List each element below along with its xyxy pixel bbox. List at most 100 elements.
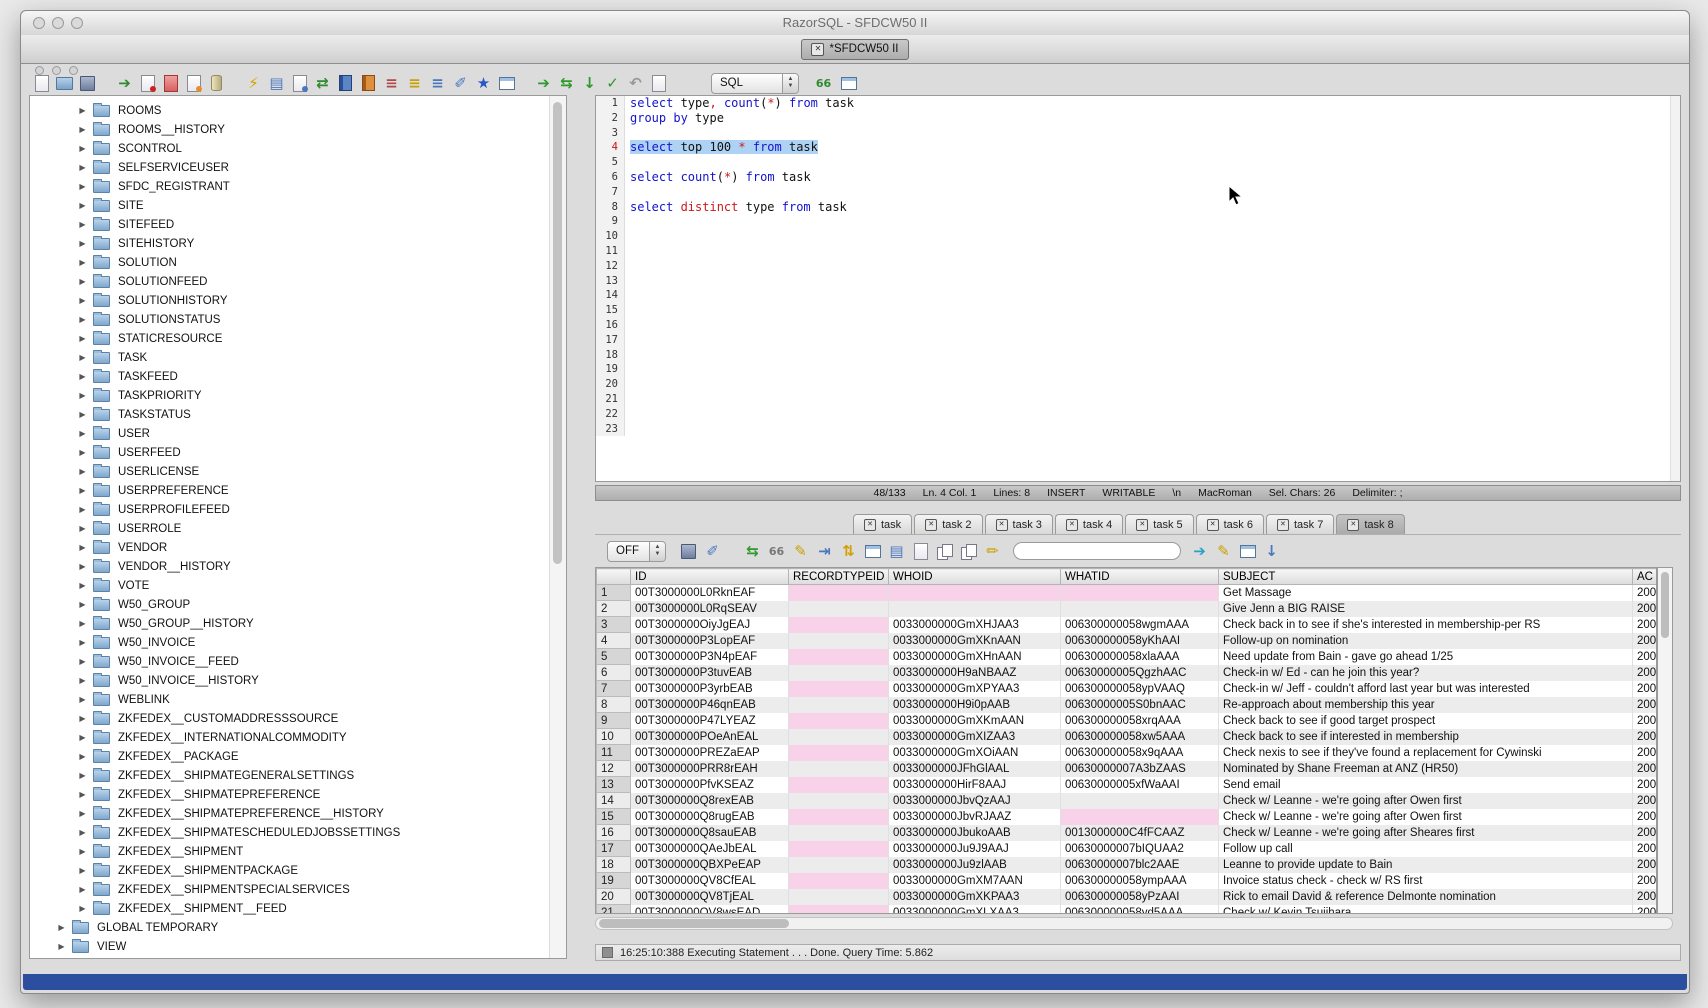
disclosure-triangle-icon[interactable]: ▶ [78, 429, 87, 438]
cell[interactable]: 00T3000000P47LYEAZ [631, 713, 789, 729]
editor-line[interactable]: 21 [596, 392, 1680, 407]
table-row[interactable]: 100T3000000L0RknEAFGet Massage200( [597, 585, 1657, 601]
tree-item-w50-group[interactable]: ▶W50_GROUP [30, 595, 550, 614]
tab-close-icon[interactable]: ✕ [1066, 519, 1078, 531]
cell[interactable]: 200( [1633, 729, 1657, 745]
cell[interactable]: Invoice status check - check w/ RS first [1219, 873, 1633, 889]
execute-down-icon[interactable]: ↓ [579, 73, 600, 94]
tree-item-vendor-history[interactable]: ▶VENDOR__HISTORY [30, 557, 550, 576]
cell[interactable] [789, 761, 889, 777]
table-row[interactable]: 200T3000000L0RqSEAVGive Jenn a BIG RAISE… [597, 601, 1657, 617]
book-icon[interactable] [335, 73, 356, 94]
help-book-icon[interactable] [358, 73, 379, 94]
table-row[interactable]: 2000T3000000QV8TjEAL0033000000GmXKPAA300… [597, 889, 1657, 905]
cell[interactable] [789, 889, 889, 905]
editor-line[interactable]: 12 [596, 259, 1680, 274]
cell[interactable]: 00T3000000OiyJgEAJ [631, 617, 789, 633]
disclosure-triangle-icon[interactable]: ▶ [78, 486, 87, 495]
tree-item-solution[interactable]: ▶SOLUTION [30, 253, 550, 272]
cell[interactable]: 0033000000GmXOiAAN [889, 745, 1061, 761]
cell[interactable]: 200( [1633, 665, 1657, 681]
editor-line[interactable]: 17 [596, 333, 1680, 348]
tree-item-zkfedex-shipmategeneralsettings[interactable]: ▶ZKFEDEX__SHIPMATEGENERALSETTINGS [30, 766, 550, 785]
cell[interactable] [789, 601, 889, 617]
editor-line[interactable]: 11 [596, 244, 1680, 259]
tree-item-userlicense[interactable]: ▶USERLICENSE [30, 462, 550, 481]
tree-item-selfserviceuser[interactable]: ▶SELFSERVICEUSER [30, 158, 550, 177]
disclosure-triangle-icon[interactable]: ▶ [78, 676, 87, 685]
tree-item-zkfedex-shipment[interactable]: ▶ZKFEDEX__SHIPMENT [30, 842, 550, 861]
cell[interactable]: 00T3000000P3yrbEAB [631, 681, 789, 697]
column-header-ac[interactable]: AC [1633, 569, 1657, 585]
cell[interactable] [889, 585, 1061, 601]
table-row[interactable]: 800T3000000P46qnEAB0033000000H9i0pAAB006… [597, 697, 1657, 713]
cell[interactable]: 00T3000000Q8rexEAB [631, 793, 789, 809]
tree-item-task[interactable]: ▶TASK [30, 348, 550, 367]
row-number[interactable]: 6 [597, 665, 631, 681]
cell[interactable] [889, 601, 1061, 617]
cell[interactable]: 00630000005xfWaAAI [1061, 777, 1219, 793]
cell[interactable]: Get Massage [1219, 585, 1633, 601]
export-grid-icon[interactable] [1237, 541, 1258, 562]
cell[interactable]: 0033000000H9aNBAAZ [889, 665, 1061, 681]
results-tab-task-6[interactable]: ✕task 6 [1196, 514, 1264, 534]
cell[interactable]: 200( [1633, 681, 1657, 697]
row-number[interactable]: 9 [597, 713, 631, 729]
cell[interactable]: 200( [1633, 793, 1657, 809]
row-number[interactable]: 7 [597, 681, 631, 697]
disclosure-triangle-icon[interactable]: ▶ [78, 904, 87, 913]
cell[interactable]: Check-in w/ Jeff - couldn't afford last … [1219, 681, 1633, 697]
disclosure-triangle-icon[interactable]: ▶ [78, 258, 87, 267]
tree-item-zkfedex-internationalcommodity[interactable]: ▶ZKFEDEX__INTERNATIONALCOMMODITY [30, 728, 550, 747]
tree-item-global-temporary[interactable]: ▶GLOBAL TEMPORARY [30, 918, 550, 937]
cell[interactable]: 00T3000000QV8TjEAL [631, 889, 789, 905]
tree-item-sfdc-registrant[interactable]: ▶SFDC_REGISTRANT [30, 177, 550, 196]
cell[interactable]: 00630000005S0bnAAC [1061, 697, 1219, 713]
disclosure-triangle-icon[interactable]: ▶ [78, 524, 87, 533]
tab-close-icon[interactable]: ✕ [1207, 519, 1219, 531]
cell[interactable] [789, 585, 889, 601]
tree-item-zkfedex-shipmatepreference[interactable]: ▶ZKFEDEX__SHIPMATEPREFERENCE [30, 785, 550, 804]
cell[interactable] [789, 745, 889, 761]
table-row[interactable]: 900T3000000P47LYEAZ0033000000GmXKmAAN006… [597, 713, 1657, 729]
tree-item-userprofilefeed[interactable]: ▶USERPROFILEFEED [30, 500, 550, 519]
cell[interactable]: 200( [1633, 713, 1657, 729]
tree-scrollbar[interactable] [549, 96, 566, 958]
describe-table-icon[interactable]: 66 [813, 73, 834, 94]
tab-close-icon[interactable]: ✕ [996, 519, 1008, 531]
editor-line[interactable]: 4select top 100 * from task [596, 140, 1680, 155]
tree-item-zkfedex-customaddresssource[interactable]: ▶ZKFEDEX__CUSTOMADDRESSSOURCE [30, 709, 550, 728]
disclosure-triangle-icon[interactable]: ▶ [78, 752, 87, 761]
disclosure-triangle-icon[interactable]: ▶ [78, 372, 87, 381]
tree-item-solutionstatus[interactable]: ▶SOLUTIONSTATUS [30, 310, 550, 329]
row-number[interactable]: 18 [597, 857, 631, 873]
cell[interactable]: 0033000000GmXLXAA3 [889, 905, 1061, 915]
table-row[interactable]: 1600T3000000Q8sauEAB0033000000JbukoAAB00… [597, 825, 1657, 841]
table-row[interactable]: 500T3000000P3N4pEAF0033000000GmXHnAAN006… [597, 649, 1657, 665]
disclosure-triangle-icon[interactable]: ▶ [78, 277, 87, 286]
tree-item-zkfedex-shipmentpackage[interactable]: ▶ZKFEDEX__SHIPMENTPACKAGE [30, 861, 550, 880]
cell[interactable]: 200( [1633, 745, 1657, 761]
tree-item-rooms[interactable]: ▶ROOMS [30, 101, 550, 120]
disconnect-icon[interactable] [160, 73, 181, 94]
disclosure-triangle-icon[interactable]: ▶ [78, 733, 87, 742]
disclosure-triangle-icon[interactable]: ▶ [78, 581, 87, 590]
form-view-icon[interactable] [910, 541, 931, 562]
disclosure-triangle-icon[interactable]: ▶ [78, 714, 87, 723]
table-row[interactable]: 1500T3000000Q8rugEAB0033000000JbvRJAAZCh… [597, 809, 1657, 825]
insert-row-icon[interactable]: ⇥ [814, 541, 835, 562]
cell[interactable] [789, 841, 889, 857]
cell[interactable]: 00T3000000PRR8rEAH [631, 761, 789, 777]
cell[interactable]: Check back to see if good target prospec… [1219, 713, 1633, 729]
cell[interactable]: 0033000000JbvRJAAZ [889, 809, 1061, 825]
cell[interactable]: 0033000000GmXIZAA3 [889, 729, 1061, 745]
cell[interactable]: 00T3000000Q8rugEAB [631, 809, 789, 825]
tree-item-site[interactable]: ▶SITE [30, 196, 550, 215]
tree-item-userfeed[interactable]: ▶USERFEED [30, 443, 550, 462]
tree-item-taskfeed[interactable]: ▶TASKFEED [30, 367, 550, 386]
results-scrollbar-thumb[interactable] [1661, 572, 1669, 638]
disclosure-triangle-icon[interactable]: ▶ [78, 828, 87, 837]
tab-close-icon[interactable]: ✕ [1347, 519, 1359, 531]
edit-data-icon[interactable]: ✎ [790, 541, 811, 562]
cell[interactable]: 0033000000Ju9zlAAB [889, 857, 1061, 873]
